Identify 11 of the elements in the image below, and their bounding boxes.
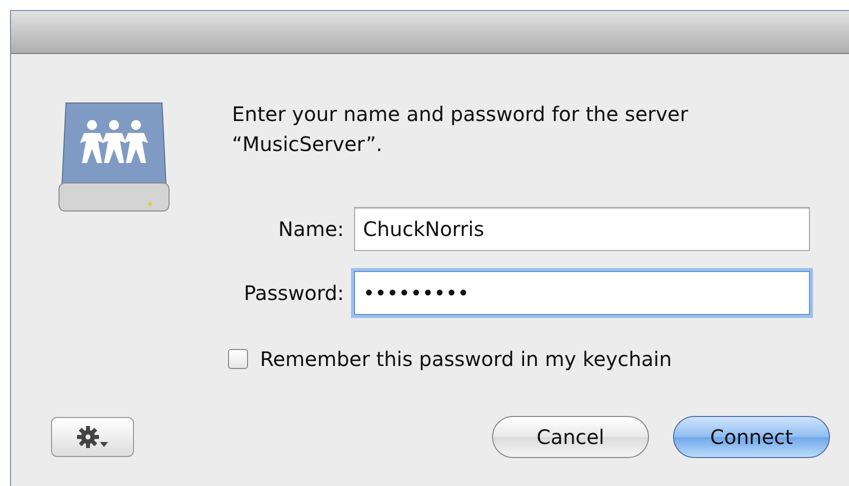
checkbox-label: Remember this password in my keychain — [260, 347, 672, 371]
input-field[interactable]: ••••••••• — [354, 271, 810, 315]
dialog-button[interactable]: Cancel — [492, 416, 649, 458]
action-menu-button[interactable] — [51, 417, 134, 457]
dialog-message: Enter your name and password for the server “MusicServer”. — [232, 101, 690, 158]
checkbox[interactable] — [228, 349, 248, 369]
gear-icon — [76, 425, 110, 449]
default-button[interactable]: Connect — [673, 416, 830, 458]
field-label: Password: — [242, 281, 344, 305]
field-label: Name: — [277, 217, 344, 241]
input-field[interactable]: ChuckNorris — [354, 207, 810, 251]
